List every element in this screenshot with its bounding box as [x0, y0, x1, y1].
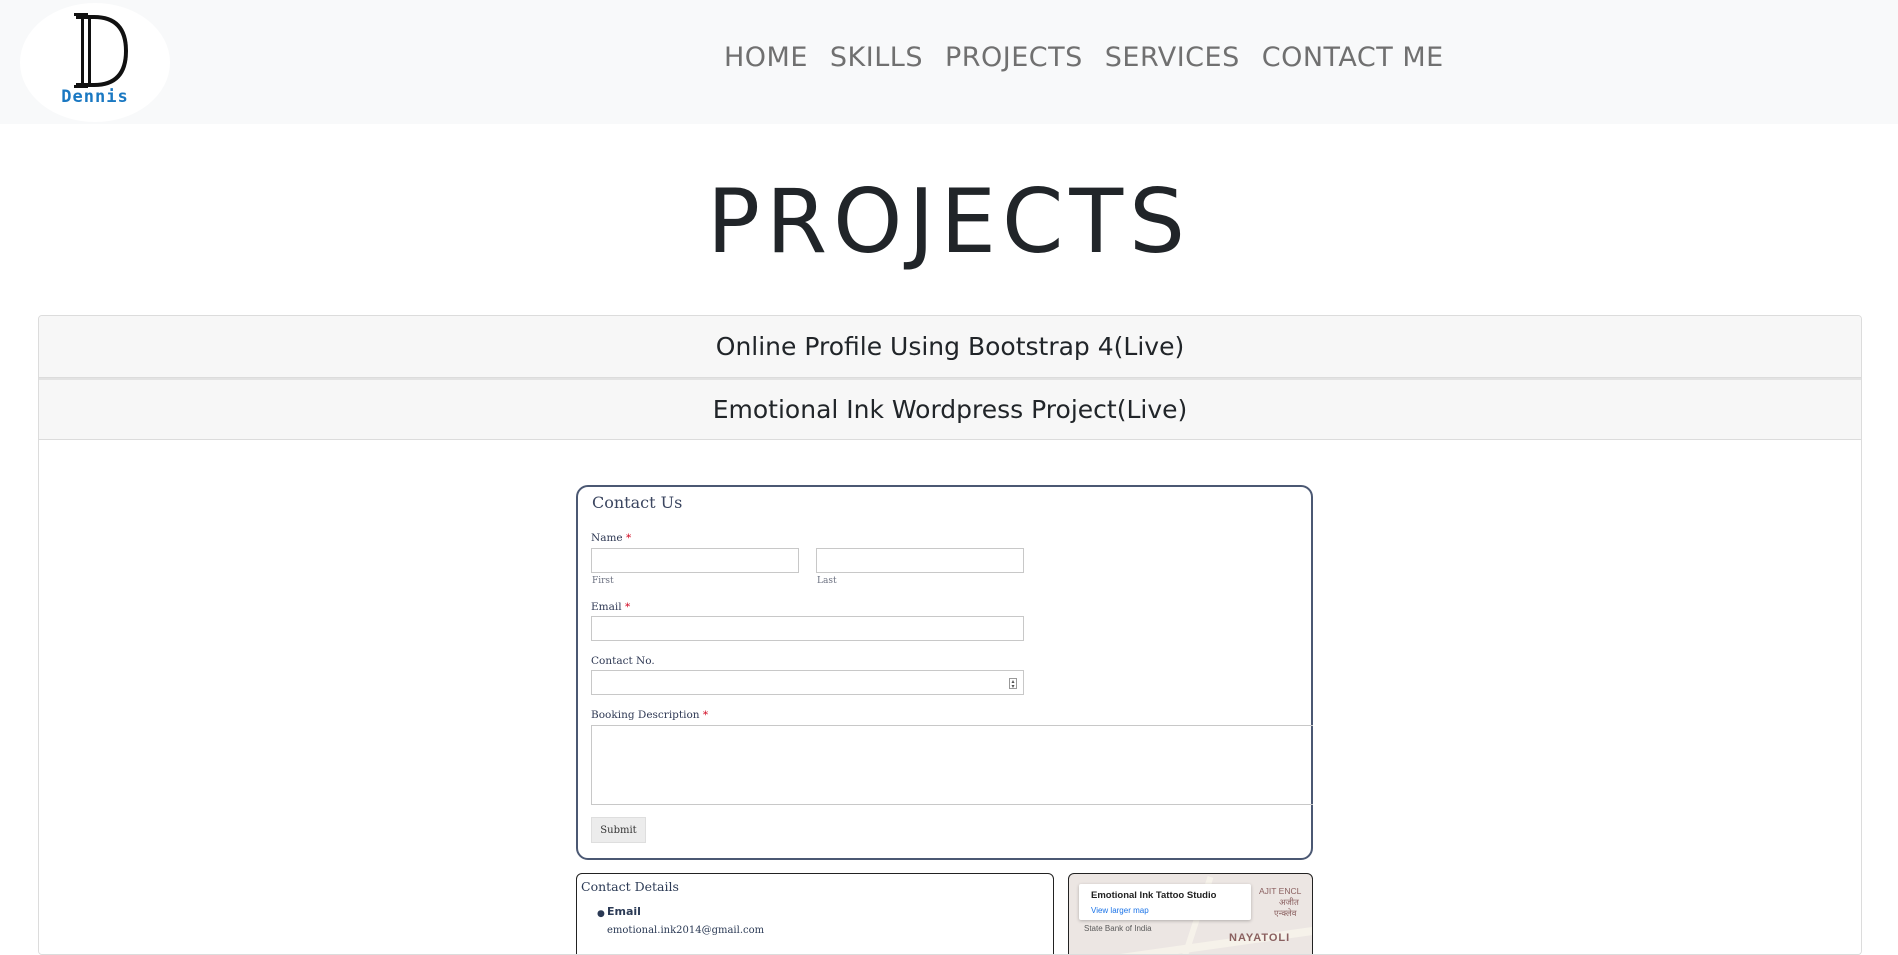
- map-label: State Bank of India: [1084, 924, 1152, 933]
- nav-skills[interactable]: SKILLS: [830, 42, 923, 73]
- submit-button[interactable]: Submit: [591, 817, 646, 843]
- name-label: Name *: [591, 532, 632, 544]
- required-mark: *: [624, 601, 631, 613]
- required-mark: *: [625, 532, 632, 544]
- accordion-header-emotional-ink[interactable]: Emotional Ink Wordpress Project(Live): [39, 378, 1861, 440]
- last-sublabel: Last: [817, 576, 837, 586]
- map-label: एन्क्लेव: [1274, 908, 1297, 918]
- map-place-name: Emotional Ink Tattoo Studio: [1091, 890, 1217, 901]
- nav-links: HOME SKILLS PROJECTS SERVICES CONTACT ME: [724, 42, 1444, 73]
- nav-services[interactable]: SERVICES: [1105, 42, 1240, 73]
- accordion-header-bootstrap-profile[interactable]: Online Profile Using Bootstrap 4(Live): [39, 316, 1861, 378]
- booking-description-label: Booking Description *: [591, 709, 709, 721]
- map-place-card: Emotional Ink Tattoo Studio View larger …: [1079, 884, 1251, 920]
- contact-email-label: Email: [607, 905, 641, 918]
- email-label: Email *: [591, 601, 631, 613]
- logo-name: Dennis: [61, 87, 129, 107]
- booking-description-textarea[interactable]: [591, 725, 1313, 805]
- contact-details-title: Contact Details: [581, 879, 679, 894]
- page-title: PROJECTS: [706, 170, 1192, 273]
- view-larger-map-link[interactable]: View larger map: [1091, 906, 1149, 915]
- contact-email-value[interactable]: emotional.ink2014@gmail.com: [607, 925, 764, 936]
- bullet-icon: ●: [597, 909, 605, 919]
- contact-no-input[interactable]: ▴ ▾: [591, 670, 1024, 695]
- map-label: AJIT ENCL: [1259, 886, 1302, 896]
- contact-no-label: Contact No.: [591, 655, 655, 667]
- logo[interactable]: Dennis: [20, 3, 170, 122]
- projects-accordion: Online Profile Using Bootstrap 4(Live) E…: [38, 315, 1862, 955]
- last-name-input[interactable]: [816, 548, 1024, 573]
- contact-form-title: Contact Us: [592, 493, 683, 512]
- d-monogram-icon: [74, 13, 128, 88]
- navbar: Dennis HOME SKILLS PROJECTS SERVICES CON…: [0, 0, 1898, 124]
- nav-projects[interactable]: PROJECTS: [945, 42, 1083, 73]
- nav-home[interactable]: HOME: [724, 42, 808, 73]
- map-label: NAYATOLI: [1229, 932, 1291, 944]
- number-spinner-icon[interactable]: ▴ ▾: [1009, 678, 1017, 690]
- first-name-input[interactable]: [591, 548, 799, 573]
- contact-form: Contact Us Name * First Last Email * Con…: [576, 485, 1313, 860]
- required-mark: *: [702, 709, 709, 721]
- accordion-body-emotional-ink: Contact Us Name * First Last Email * Con…: [39, 440, 1861, 954]
- email-input[interactable]: [591, 616, 1024, 641]
- map-embed[interactable]: Emotional Ink Tattoo Studio View larger …: [1068, 873, 1313, 954]
- nav-contact-me[interactable]: CONTACT ME: [1262, 42, 1444, 73]
- first-sublabel: First: [592, 576, 614, 586]
- map-label: अजीत: [1279, 897, 1299, 907]
- contact-details: Contact Details ● Email emotional.ink201…: [576, 873, 1054, 954]
